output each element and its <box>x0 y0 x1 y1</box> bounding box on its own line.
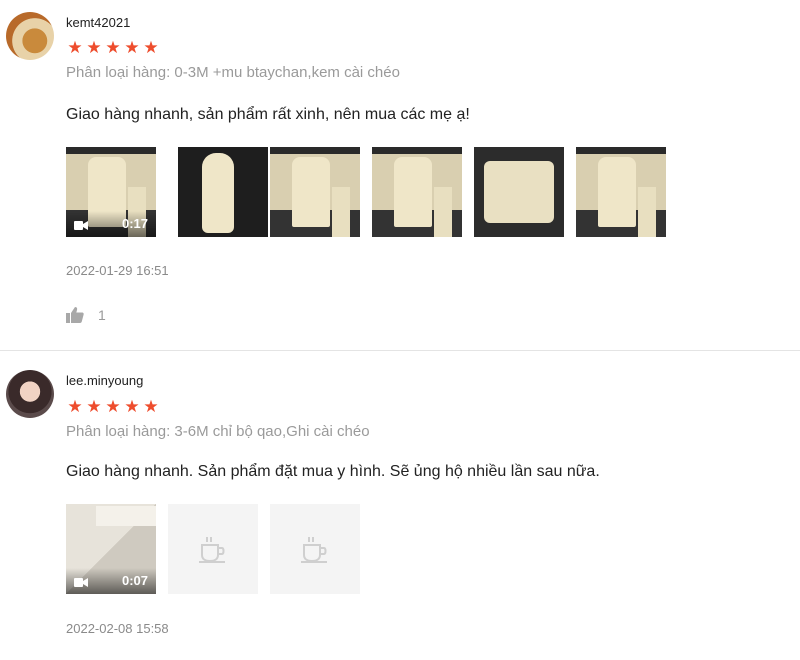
photo-image <box>270 147 360 237</box>
photo-image <box>372 147 462 237</box>
thumbs-up-icon <box>66 307 84 323</box>
avatar[interactable] <box>6 12 54 60</box>
product-variation: Phân loại hàng: 3-6M chỉ bộ qao,Ghi cài … <box>66 423 370 440</box>
review-media: 0:07 <box>66 504 366 594</box>
review-media: 0:17 <box>66 147 676 237</box>
reviewer-username[interactable]: kemt42021 <box>66 15 130 30</box>
like-button[interactable]: 1 <box>66 306 106 324</box>
star-icon: ★ <box>105 397 121 416</box>
image-placeholder-cup-icon <box>199 537 225 563</box>
reviewer-username[interactable]: lee.minyoung <box>66 373 143 388</box>
video-overlay: 0:07 <box>66 568 156 594</box>
image-placeholder-cup-icon <box>301 537 327 563</box>
photo-image <box>576 147 666 237</box>
video-duration: 0:07 <box>121 573 148 588</box>
product-variation: Phân loại hàng: 0-3M +mu btaychan,kem cà… <box>66 64 400 81</box>
video-overlay: 0:17 <box>66 211 156 237</box>
review-comment: Giao hàng nhanh, sản phẩm rất xinh, nên … <box>66 106 470 123</box>
review-photo[interactable] <box>474 147 564 237</box>
review-video-thumbnail[interactable]: 0:17 <box>66 147 156 237</box>
review-photo-placeholder[interactable] <box>270 504 360 594</box>
video-camera-icon <box>74 578 88 587</box>
review-item: lee.minyoung ★ ★ ★ ★ ★ Phân loại hàng: 3… <box>0 351 800 660</box>
photo-image <box>178 147 268 237</box>
star-icon: ★ <box>143 38 159 57</box>
star-icon: ★ <box>105 38 121 57</box>
review-date: 2022-02-08 15:58 <box>66 621 169 636</box>
like-count: 1 <box>98 307 106 323</box>
review-video-thumbnail[interactable]: 0:07 <box>66 504 156 594</box>
avatar[interactable] <box>6 370 54 418</box>
star-rating: ★ ★ ★ ★ ★ <box>66 39 160 57</box>
star-icon: ★ <box>124 397 140 416</box>
star-icon: ★ <box>67 397 83 416</box>
review-comment: Giao hàng nhanh. Sản phẩm đặt mua y hình… <box>66 463 600 480</box>
photo-image <box>474 147 564 237</box>
review-photo[interactable] <box>576 147 666 237</box>
star-icon: ★ <box>143 397 159 416</box>
star-icon: ★ <box>67 38 83 57</box>
video-duration: 0:17 <box>121 216 148 231</box>
review-photo[interactable] <box>270 147 360 237</box>
star-rating: ★ ★ ★ ★ ★ <box>66 398 160 416</box>
star-icon: ★ <box>86 38 102 57</box>
video-camera-icon <box>74 221 88 230</box>
review-item: kemt42021 ★ ★ ★ ★ ★ Phân loại hàng: 0-3M… <box>0 0 800 350</box>
star-icon: ★ <box>124 38 140 57</box>
star-icon: ★ <box>86 397 102 416</box>
review-photo[interactable] <box>372 147 462 237</box>
review-date: 2022-01-29 16:51 <box>66 263 169 278</box>
review-photo-placeholder[interactable] <box>168 504 258 594</box>
review-photo[interactable] <box>178 147 268 237</box>
